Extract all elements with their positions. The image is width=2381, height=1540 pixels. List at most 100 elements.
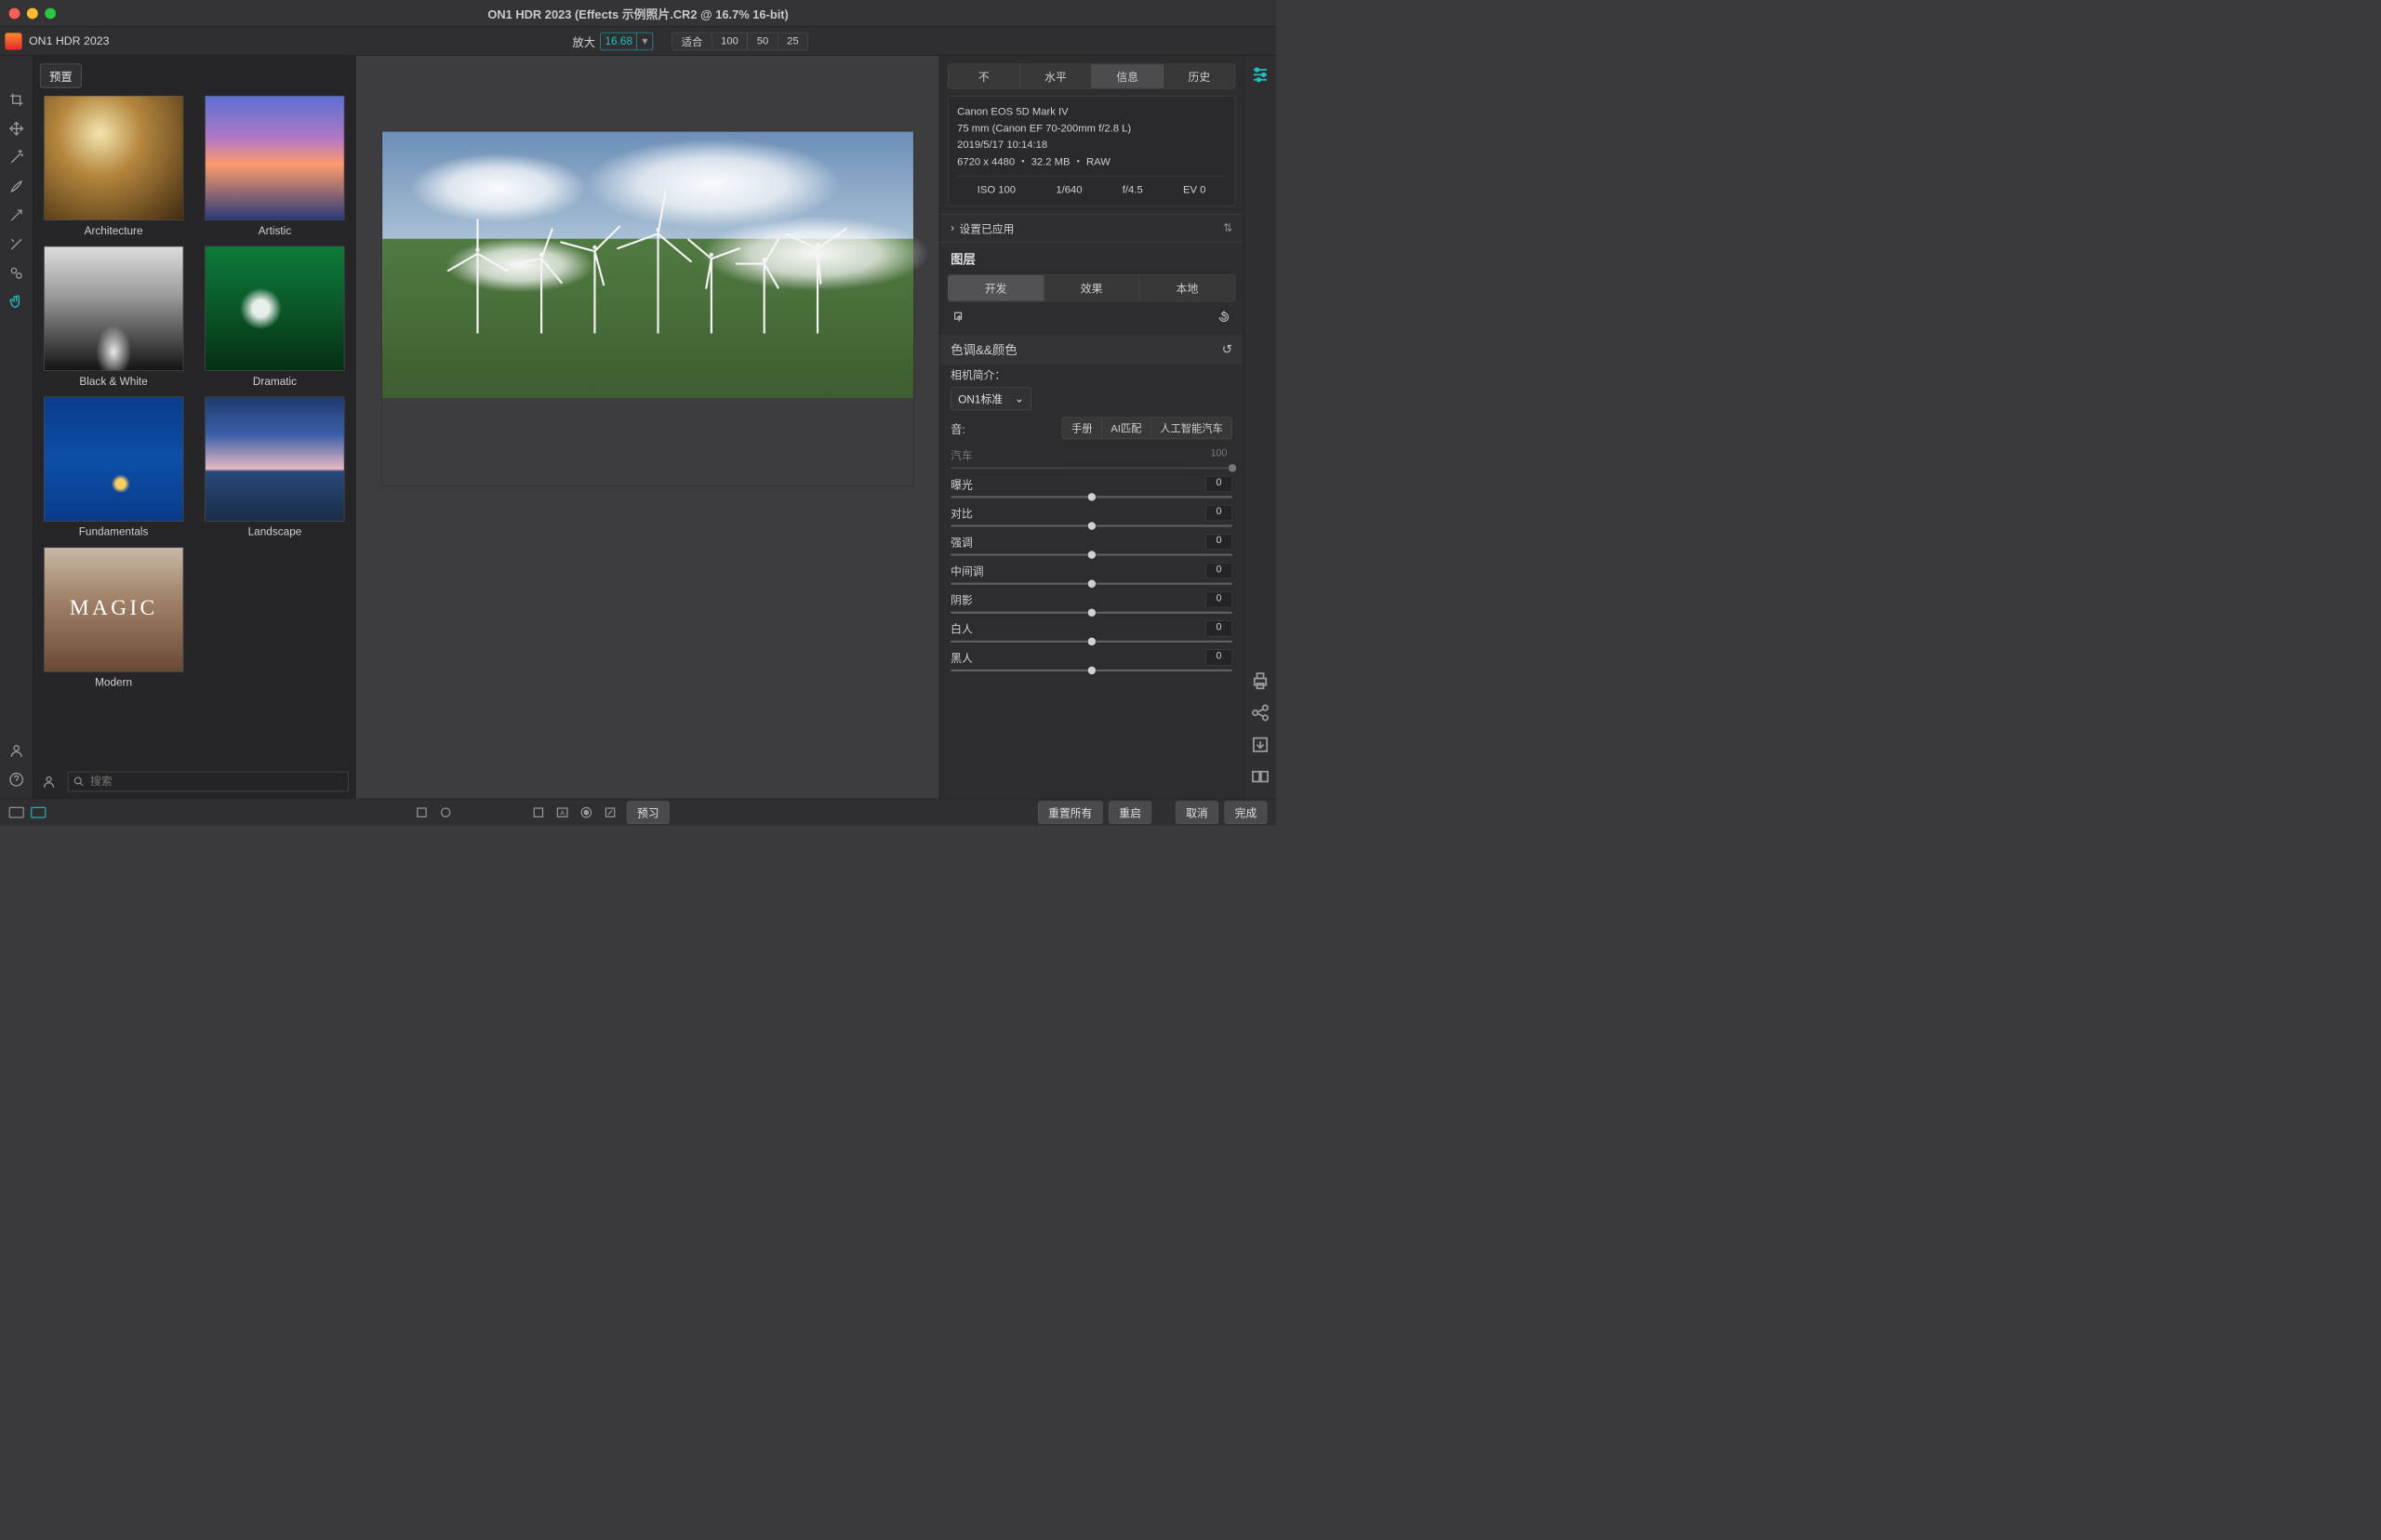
zoom-100-button[interactable]: 100	[712, 33, 748, 49]
view-mode-a[interactable]	[9, 807, 24, 818]
slider-whites[interactable]: 白人0	[951, 620, 1232, 643]
layer-tab-develop[interactable]: 开发	[948, 275, 1044, 301]
slider-thumb[interactable]	[1087, 608, 1097, 617]
slider-value[interactable]: 0	[1205, 591, 1232, 607]
tab-histogram[interactable]: 不	[948, 64, 1019, 88]
slider-value[interactable]: 0	[1205, 476, 1232, 492]
footer-icon-text[interactable]: A	[555, 804, 570, 819]
preset-item-artistic[interactable]: Artistic	[201, 96, 348, 237]
crop-tool-icon[interactable]	[7, 89, 26, 109]
tab-level[interactable]: 水平	[1020, 64, 1092, 88]
restart-button[interactable]: 重启	[1109, 801, 1151, 824]
slider-midtones[interactable]: 中间调0	[951, 563, 1232, 585]
info-box: Canon EOS 5D Mark IV 75 mm (Canon EF 70-…	[948, 96, 1235, 206]
preset-item-fundamentals[interactable]: Fundamentals	[40, 397, 187, 538]
slider-value[interactable]: 0	[1205, 563, 1232, 578]
sliders-panel-icon[interactable]	[1250, 65, 1270, 85]
view-mode-b[interactable]	[31, 807, 46, 818]
slider-blacks[interactable]: 黑人0	[951, 649, 1232, 671]
canvas-area[interactable]: placeholder for static decoration	[356, 56, 939, 799]
slider-value[interactable]: 0	[1205, 620, 1232, 636]
zoom-50-button[interactable]: 50	[748, 33, 778, 49]
tab-info[interactable]: 信息	[1092, 64, 1164, 88]
reset-icon[interactable]	[1217, 311, 1230, 326]
compare-circle-icon[interactable]	[438, 804, 453, 819]
slider-track[interactable]	[951, 553, 1232, 555]
tab-history[interactable]: 历史	[1164, 64, 1235, 88]
reset-all-button[interactable]: 重置所有	[1038, 801, 1103, 824]
heal-tool-icon[interactable]	[7, 206, 26, 225]
brush-tool-icon[interactable]	[7, 177, 26, 196]
zoom-25-button[interactable]: 25	[778, 33, 807, 49]
settings-applied-accordion[interactable]: › 设置已应用 ⇅	[939, 214, 1243, 243]
slider-thumb[interactable]	[1087, 551, 1097, 560]
slider-contrast[interactable]: 对比0	[951, 505, 1232, 527]
layer-tab-effects[interactable]: 效果	[1044, 275, 1139, 301]
done-button[interactable]: 完成	[1224, 801, 1267, 824]
slider-track[interactable]	[951, 612, 1232, 614]
preset-item-bw[interactable]: Black & White	[40, 246, 187, 388]
link-tool-icon[interactable]	[7, 263, 26, 283]
preset-item-modern[interactable]: Modern	[40, 548, 187, 689]
zoom-value[interactable]: 16.68	[601, 34, 637, 47]
reset-section-icon[interactable]: ↺	[1222, 342, 1232, 357]
slider-track[interactable]	[951, 496, 1232, 498]
slider-thumb[interactable]	[1087, 579, 1097, 589]
maximize-window-button[interactable]	[45, 7, 56, 19]
slider-track	[951, 467, 1232, 469]
footer: A 预习 重置所有 重启 取消 完成	[0, 799, 1276, 826]
exif-iso: ISO 100	[978, 181, 1016, 198]
auto-manual-button[interactable]: 手册	[1062, 418, 1101, 439]
help-icon[interactable]	[7, 770, 26, 790]
softproof-icon[interactable]	[579, 804, 593, 819]
close-window-button[interactable]	[9, 7, 20, 19]
slider-track[interactable]	[951, 670, 1232, 671]
slider-track[interactable]	[951, 524, 1232, 526]
compare-square-icon[interactable]	[414, 804, 429, 819]
layer-tab-local[interactable]: 本地	[1139, 275, 1234, 301]
mask-tool-icon[interactable]	[7, 234, 26, 254]
slider-shadows[interactable]: 阴影0	[951, 591, 1232, 614]
slider-value[interactable]: 0	[1205, 534, 1232, 550]
zoom-field[interactable]: 16.68 ▾	[600, 33, 653, 50]
slider-track[interactable]	[951, 583, 1232, 585]
zoom-dropdown-icon[interactable]: ▾	[637, 33, 653, 49]
zoom-fit-button[interactable]: 适合	[672, 33, 712, 49]
user-icon[interactable]	[7, 740, 26, 760]
slider-thumb[interactable]	[1087, 522, 1097, 531]
preset-search-input[interactable]	[89, 775, 343, 789]
slider-thumb[interactable]	[1087, 666, 1097, 675]
preset-item-architecture[interactable]: Architecture	[40, 96, 187, 237]
slider-thumb[interactable]	[1087, 637, 1097, 646]
preset-item-landscape[interactable]: Landscape	[201, 397, 348, 538]
minimize-window-button[interactable]	[27, 7, 38, 19]
print-icon[interactable]	[1250, 670, 1270, 690]
tone-color-header[interactable]: 色调&&颜色 ↺	[939, 335, 1243, 365]
slider-highlights[interactable]: 强调0	[951, 534, 1232, 556]
footer-icon-a[interactable]	[531, 804, 546, 819]
tone-sliders: 汽车 100 曝光0 对比0 强调0 中间调0 阴影	[939, 445, 1243, 681]
auto-aimatch-button[interactable]: AI匹配	[1102, 418, 1151, 439]
clip-warning-icon[interactable]	[603, 804, 618, 819]
camera-profile-dropdown[interactable]: ON1标准 ⌄	[951, 387, 1031, 410]
slider-value[interactable]: 0	[1205, 649, 1232, 665]
slider-exposure[interactable]: 曝光0	[951, 476, 1232, 498]
preset-thumb	[44, 246, 183, 371]
dual-view-icon[interactable]	[1250, 766, 1270, 786]
auto-aiauto-button[interactable]: 人工智能汽车	[1151, 418, 1232, 439]
favorite-icon[interactable]	[40, 773, 58, 790]
move-tool-icon[interactable]	[7, 119, 26, 139]
export-panel-icon[interactable]	[1250, 735, 1270, 754]
preset-search[interactable]	[68, 772, 349, 791]
wand-tool-icon[interactable]	[7, 148, 26, 167]
hand-tool-icon[interactable]	[7, 292, 26, 312]
presets-chip[interactable]: 预置	[40, 64, 82, 88]
preset-item-dramatic[interactable]: Dramatic	[201, 246, 348, 388]
share-icon[interactable]	[1250, 703, 1270, 723]
preview-button[interactable]: 预习	[627, 801, 670, 824]
slider-value[interactable]: 0	[1205, 505, 1232, 521]
slider-thumb[interactable]	[1087, 493, 1097, 502]
slider-track[interactable]	[951, 641, 1232, 643]
export-icon[interactable]	[952, 311, 965, 326]
cancel-button[interactable]: 取消	[1176, 801, 1218, 824]
